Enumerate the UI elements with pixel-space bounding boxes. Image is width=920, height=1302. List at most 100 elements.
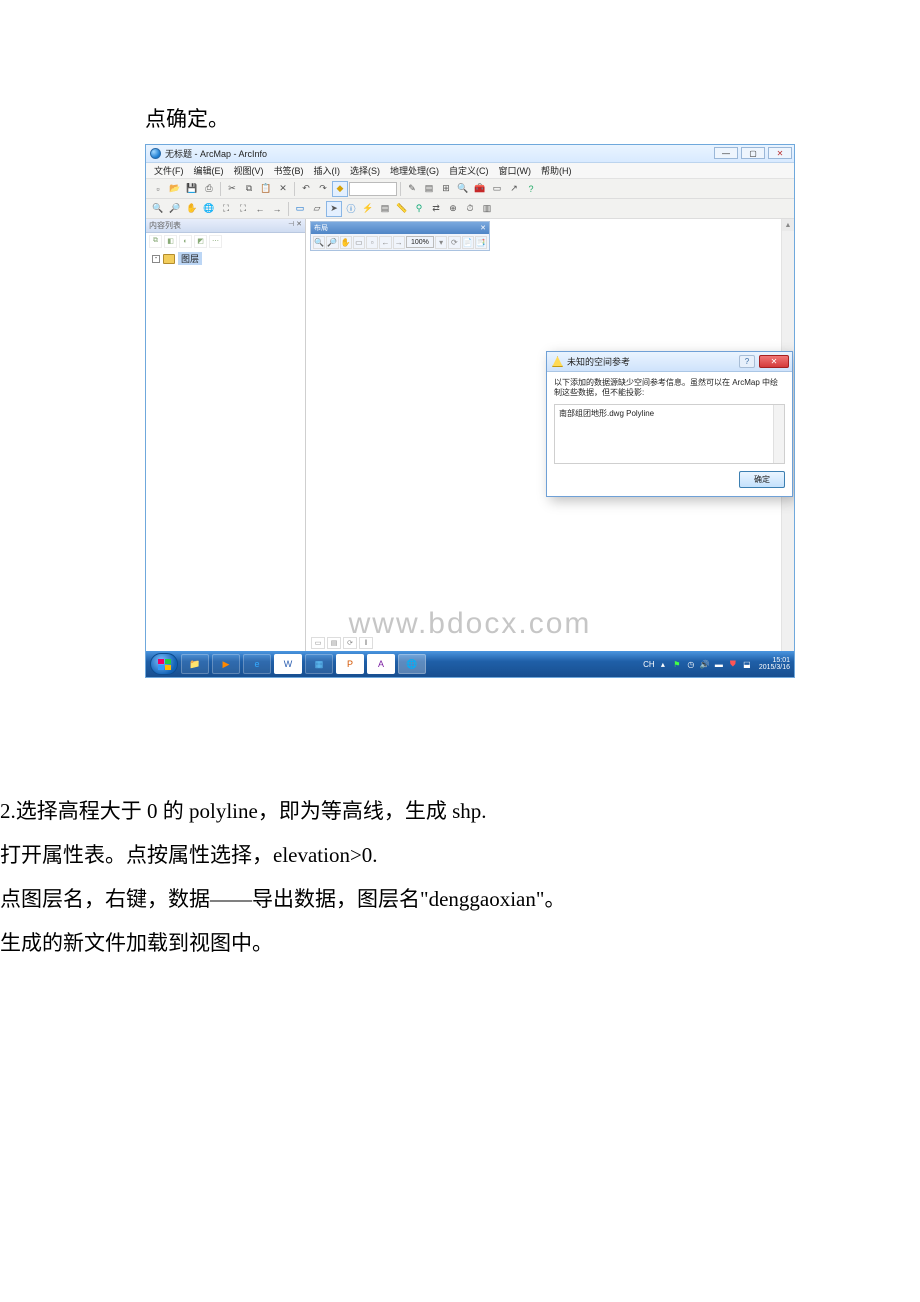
pointer-icon[interactable]: ➤	[326, 201, 342, 217]
hyperlink-icon[interactable]: ⚡	[360, 201, 376, 217]
tray-chevron-icon[interactable]: ▴	[658, 659, 668, 669]
minimize-button[interactable]: —	[714, 147, 738, 159]
redo-icon[interactable]: ↷	[315, 181, 331, 197]
delete-icon[interactable]: ✕	[275, 181, 291, 197]
select-features-icon[interactable]: ▭	[292, 201, 308, 217]
close-button[interactable]: ✕	[768, 147, 792, 159]
dialog-close-button[interactable]: ✕	[759, 355, 789, 368]
dialog-help-button[interactable]: ?	[739, 355, 755, 368]
fixed-zoom-out-icon[interactable]: ⛶	[235, 201, 251, 217]
scale-field[interactable]	[349, 182, 397, 196]
layout-zoom-out-icon[interactable]: 🔎	[326, 236, 338, 249]
menu-selection[interactable]: 选择(S)	[346, 164, 384, 177]
menu-insert[interactable]: 插入(I)	[310, 164, 345, 177]
taskbar-arcmap-icon[interactable]: 🌐	[398, 654, 426, 674]
layout-dd2-icon[interactable]: 📑	[475, 236, 487, 249]
help-icon[interactable]: ?	[523, 181, 539, 197]
catalog-icon[interactable]: ⊞	[438, 181, 454, 197]
taskbar-access-icon[interactable]: A	[367, 654, 395, 674]
layout-pan-icon[interactable]: ✋	[340, 236, 352, 249]
model-builder-icon[interactable]: ↗	[506, 181, 522, 197]
layout-back-icon[interactable]: ←	[379, 236, 391, 249]
menu-bookmarks[interactable]: 书签(B)	[270, 164, 308, 177]
layout-forward-icon[interactable]: →	[393, 236, 405, 249]
html-popup-icon[interactable]: ▤	[377, 201, 393, 217]
layout-toolbar-close-icon[interactable]: ✕	[480, 224, 486, 232]
taskbar-ie-icon[interactable]: e	[243, 654, 271, 674]
go-to-xy-icon[interactable]: ⊕	[445, 201, 461, 217]
print-icon[interactable]: ⎙	[201, 181, 217, 197]
zoom-in-icon[interactable]: 🔍	[150, 201, 166, 217]
layout-zoom-in-icon[interactable]: 🔍	[313, 236, 325, 249]
refresh-view-icon[interactable]: ⟳	[343, 637, 357, 649]
toc-root-item[interactable]: - 图层	[152, 252, 299, 265]
layout-view-tab[interactable]: ▤	[327, 637, 341, 649]
undo-icon[interactable]: ↶	[298, 181, 314, 197]
taskbar-clock[interactable]: 15:01 2015/3/16	[759, 657, 790, 671]
new-doc-icon[interactable]: ▫	[150, 181, 166, 197]
menu-edit[interactable]: 编辑(E)	[190, 164, 228, 177]
ime-indicator[interactable]: CH	[644, 659, 654, 669]
pause-drawing-icon[interactable]: ‖	[359, 637, 373, 649]
taskbar-app-icon[interactable]: ▦	[305, 654, 333, 674]
scroll-up-icon[interactable]: ▲	[782, 219, 794, 231]
layout-whole-page-icon[interactable]: ▭	[353, 236, 365, 249]
list-scrollbar[interactable]	[773, 405, 784, 463]
full-extent-icon[interactable]: 🌐	[201, 201, 217, 217]
open-icon[interactable]: 📂	[167, 181, 183, 197]
tray-misc-icon[interactable]: ⬓	[742, 659, 752, 669]
list-by-drawing-icon[interactable]: ⧉	[149, 235, 162, 248]
layout-zoom-field[interactable]: 100%	[406, 236, 434, 248]
start-button[interactable]	[150, 653, 178, 675]
forward-icon[interactable]: →	[269, 201, 285, 217]
identify-icon[interactable]: ⓘ	[343, 201, 359, 217]
list-by-source-icon[interactable]: ◧	[164, 235, 177, 248]
editor-toolbar-icon[interactable]: ✎	[404, 181, 420, 197]
taskbar-powerpoint-icon[interactable]: P	[336, 654, 364, 674]
list-by-visibility-icon[interactable]: ◐	[179, 235, 192, 248]
dialog-listbox[interactable]: 南部组团地形.dwg Polyline	[554, 404, 785, 464]
taskbar-media-player-icon[interactable]: ▶	[212, 654, 240, 674]
create-viewer-icon[interactable]: ▥	[479, 201, 495, 217]
menu-help[interactable]: 帮助(H)	[537, 164, 576, 177]
tray-battery-icon[interactable]: ▬	[714, 659, 724, 669]
fixed-zoom-in-icon[interactable]: ⛶	[218, 201, 234, 217]
python-icon[interactable]: ▭	[489, 181, 505, 197]
taskbar-explorer-icon[interactable]: 📁	[181, 654, 209, 674]
layout-dd-icon[interactable]: 📄	[462, 236, 474, 249]
layout-100-icon[interactable]: ▫	[366, 236, 378, 249]
list-by-selection-icon[interactable]: ◩	[194, 235, 207, 248]
table-icon[interactable]: ▤	[421, 181, 437, 197]
copy-icon[interactable]: ⧉	[241, 181, 257, 197]
data-view-tab[interactable]: ▭	[311, 637, 325, 649]
maximize-button[interactable]: ▢	[741, 147, 765, 159]
menu-file[interactable]: 文件(F)	[150, 164, 188, 177]
ok-button[interactable]: 确定	[739, 471, 785, 488]
menu-geoprocessing[interactable]: 地理处理(G)	[386, 164, 443, 177]
menu-view[interactable]: 视图(V)	[230, 164, 268, 177]
menu-window[interactable]: 窗口(W)	[495, 164, 536, 177]
cut-icon[interactable]: ✂	[224, 181, 240, 197]
layout-refresh-icon[interactable]: ⟳	[448, 236, 460, 249]
find-icon[interactable]: ⚲	[411, 201, 427, 217]
clear-selection-icon[interactable]: ▱	[309, 201, 325, 217]
toolbox-icon[interactable]: 🧰	[472, 181, 488, 197]
zoom-out-icon[interactable]: 🔎	[167, 201, 183, 217]
tray-volume-icon[interactable]: 🔊	[700, 659, 710, 669]
tray-network-icon[interactable]: ◷	[686, 659, 696, 669]
map-canvas[interactable]: 布局 ✕ 🔍 🔎 ✋ ▭ ▫ ← → 100% ▾ ⟳ 📄	[306, 219, 794, 651]
toc-pin-icon[interactable]: ⊣ ✕	[288, 220, 302, 231]
pan-icon[interactable]: ✋	[184, 201, 200, 217]
tray-flag-icon[interactable]: ⚑	[672, 659, 682, 669]
search-icon[interactable]: 🔍	[455, 181, 471, 197]
paste-icon[interactable]: 📋	[258, 181, 274, 197]
menu-customize[interactable]: 自定义(C)	[445, 164, 493, 177]
time-slider-icon[interactable]: ⏱	[462, 201, 478, 217]
tray-shield-icon[interactable]: ⛊	[728, 659, 738, 669]
save-icon[interactable]: 💾	[184, 181, 200, 197]
back-icon[interactable]: ←	[252, 201, 268, 217]
find-route-icon[interactable]: ⇄	[428, 201, 444, 217]
add-data-icon[interactable]: ◆	[332, 181, 348, 197]
taskbar-word-icon[interactable]: W	[274, 654, 302, 674]
layout-toggle-icon[interactable]: ▾	[435, 236, 447, 249]
